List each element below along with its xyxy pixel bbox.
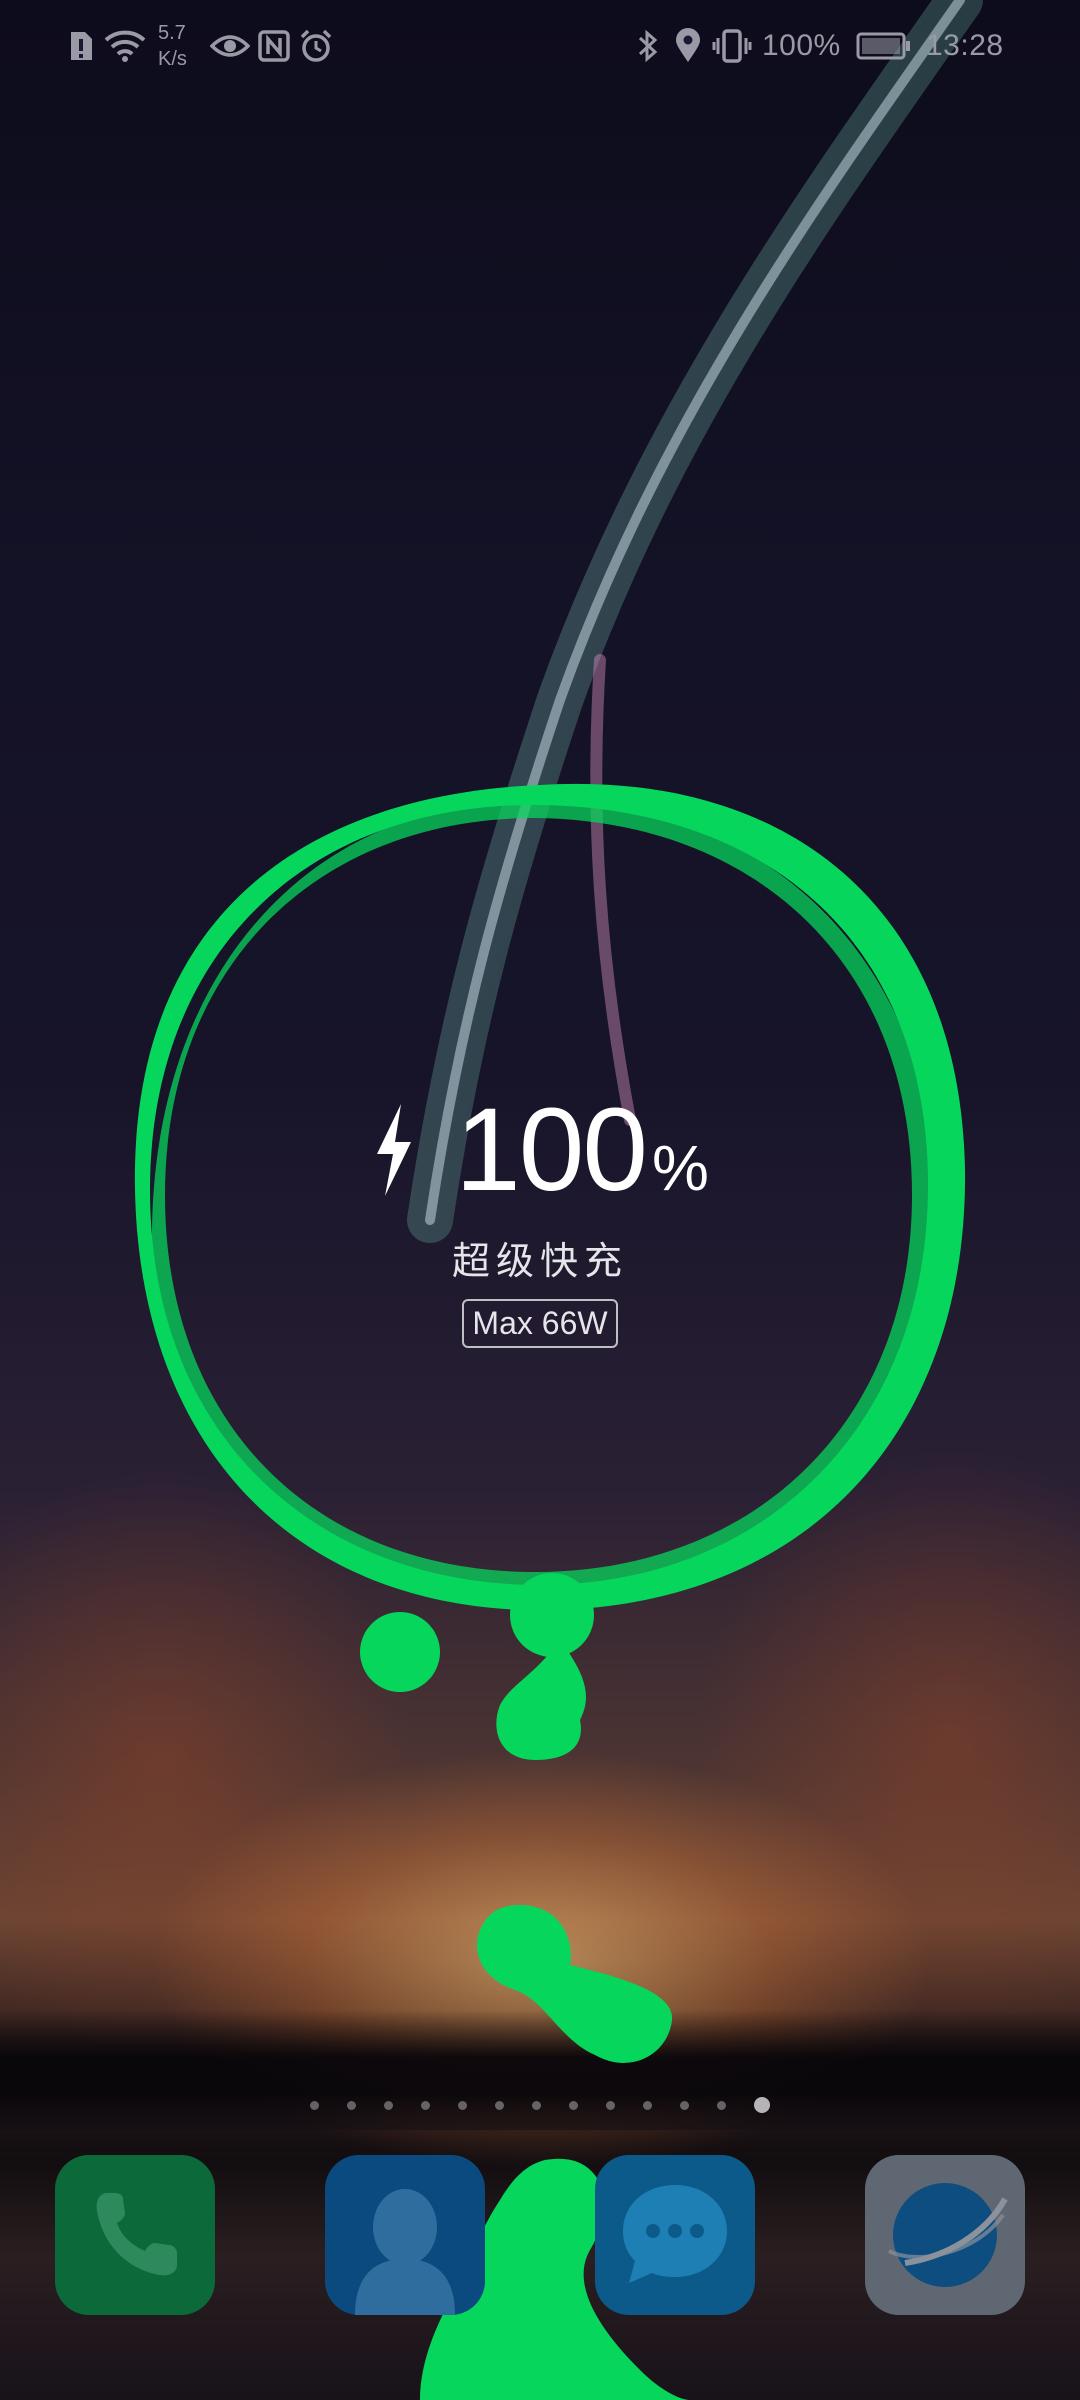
- charge-droplet: [496, 1640, 586, 1760]
- lightning-bolt-icon: [377, 1104, 412, 1196]
- page-dot[interactable]: [717, 2100, 726, 2110]
- charge-droplet: [360, 1612, 440, 1692]
- browser-icon: [888, 2183, 1008, 2287]
- page-dot[interactable]: [569, 2100, 578, 2110]
- page-dot[interactable]: [347, 2100, 356, 2110]
- page-dot[interactable]: [495, 2100, 504, 2110]
- contacts-app[interactable]: [325, 2155, 485, 2315]
- messages-app[interactable]: [595, 2155, 755, 2315]
- charge-percent-row: 100 %: [340, 1090, 740, 1210]
- page-dot[interactable]: [532, 2100, 541, 2110]
- charge-mode-label: 超级快充: [451, 1239, 628, 1283]
- page-dot[interactable]: [606, 2100, 615, 2110]
- phone-app[interactable]: [55, 2155, 215, 2315]
- contacts-icon: [355, 2189, 455, 2315]
- charge-droplet: [510, 1573, 594, 1657]
- charge-info: 100 % 超级快充 Max 66W: [340, 1090, 740, 1348]
- browser-app[interactable]: [865, 2155, 1025, 2315]
- page-dot[interactable]: [680, 2100, 689, 2110]
- charging-overlay: 100 % 超级快充 Max 66W: [0, 0, 1080, 2400]
- charge-droplet: [476, 1905, 673, 2063]
- charge-level: 100: [455, 1084, 648, 1216]
- max-power-badge: Max 66W: [462, 1299, 618, 1348]
- page-dot-active[interactable]: [754, 2097, 770, 2113]
- charge-unit: %: [651, 1132, 709, 1204]
- page-indicator[interactable]: [310, 2095, 770, 2115]
- dock: [0, 2155, 1080, 2325]
- phone-icon: [96, 2193, 177, 2276]
- page-dot[interactable]: [310, 2100, 319, 2110]
- messages-icon: [623, 2185, 727, 2283]
- page-dot[interactable]: [421, 2100, 430, 2110]
- page-dot[interactable]: [384, 2100, 393, 2110]
- page-dot[interactable]: [643, 2100, 652, 2110]
- page-dot[interactable]: [458, 2100, 467, 2110]
